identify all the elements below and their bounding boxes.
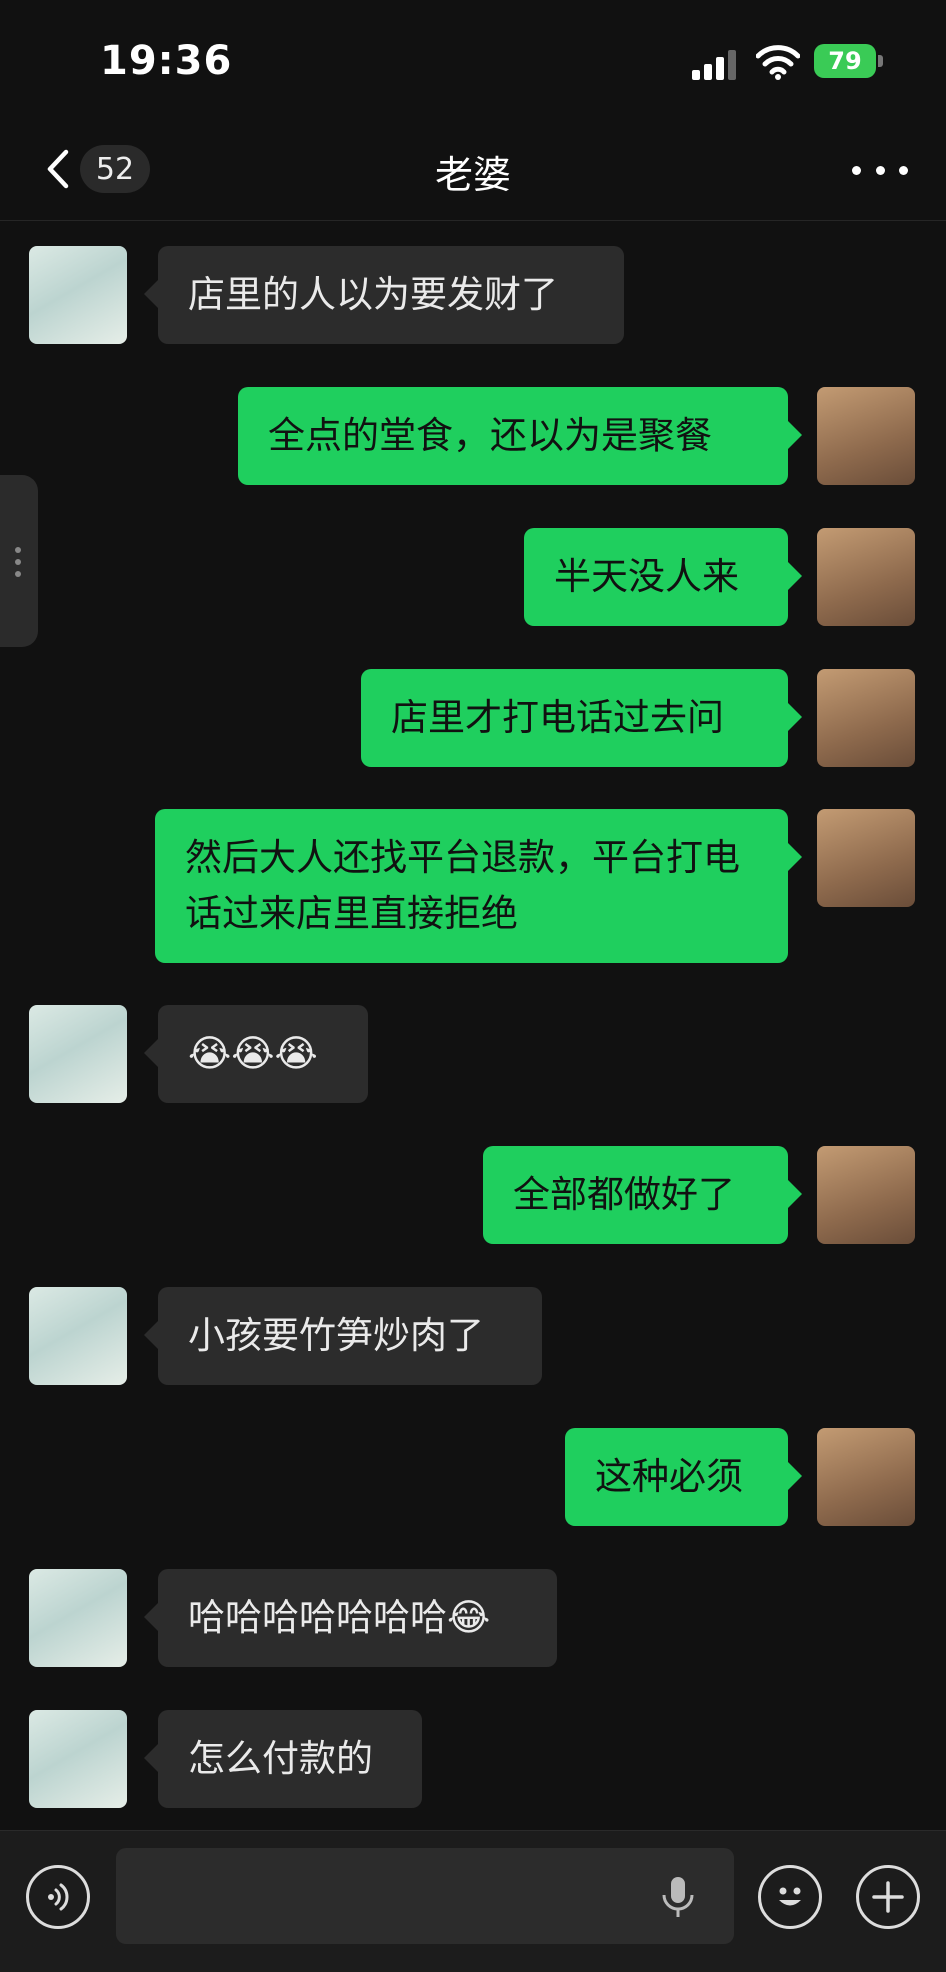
sent-bubble[interactable]: 全部都做好了 — [483, 1146, 802, 1244]
plus-icon[interactable] — [856, 1865, 920, 1929]
my-avatar[interactable] — [817, 387, 915, 485]
wifi-icon — [756, 45, 800, 80]
battery-level: 79 — [814, 44, 876, 78]
chat-header: 老婆 52 — [0, 120, 946, 221]
more-dots-icon[interactable] — [852, 150, 908, 190]
contact-avatar[interactable] — [29, 246, 127, 344]
received-bubble[interactable]: 小孩要竹笋炒肉了 — [144, 1287, 542, 1385]
sent-bubble[interactable]: 然后大人还找平台退款，平台打电话过来店里直接拒绝 — [155, 809, 802, 963]
sent-bubble[interactable]: 全点的堂食，还以为是聚餐 — [238, 387, 802, 485]
chat-input-bar — [0, 1830, 946, 1972]
my-avatar[interactable] — [817, 669, 915, 767]
status-bar: 19:36 79 — [0, 0, 946, 120]
sent-bubble[interactable]: 这种必须 — [565, 1428, 802, 1526]
received-bubble[interactable]: 怎么付款的 — [144, 1710, 422, 1808]
contact-avatar[interactable] — [29, 1005, 127, 1103]
my-avatar[interactable] — [817, 809, 915, 907]
voice-icon[interactable] — [26, 1865, 90, 1929]
received-bubble[interactable]: 哈哈哈哈哈哈哈😂 — [144, 1569, 557, 1667]
message-input[interactable] — [116, 1848, 734, 1944]
contact-avatar[interactable] — [29, 1569, 127, 1667]
my-avatar[interactable] — [817, 1146, 915, 1244]
status-time: 19:36 — [100, 38, 233, 84]
received-bubble[interactable]: 😭😭😭 — [144, 1005, 368, 1103]
contact-avatar[interactable] — [29, 1710, 127, 1808]
received-bubble[interactable]: 店里的人以为要发财了 — [144, 246, 624, 344]
cellular-signal-icon — [692, 50, 736, 80]
chevron-left-icon[interactable] — [36, 144, 86, 194]
contact-avatar[interactable] — [29, 1287, 127, 1385]
battery-icon — [878, 55, 883, 67]
my-avatar[interactable] — [817, 1428, 915, 1526]
my-avatar[interactable] — [817, 528, 915, 626]
microphone-icon[interactable] — [660, 1875, 696, 1921]
emoji-icon[interactable] — [758, 1865, 822, 1929]
unread-count-badge[interactable]: 52 — [80, 145, 150, 193]
sent-bubble[interactable]: 店里才打电话过去问 — [361, 669, 802, 767]
sent-bubble[interactable]: 半天没人来 — [524, 528, 802, 626]
side-drawer-handle[interactable] — [0, 475, 38, 647]
